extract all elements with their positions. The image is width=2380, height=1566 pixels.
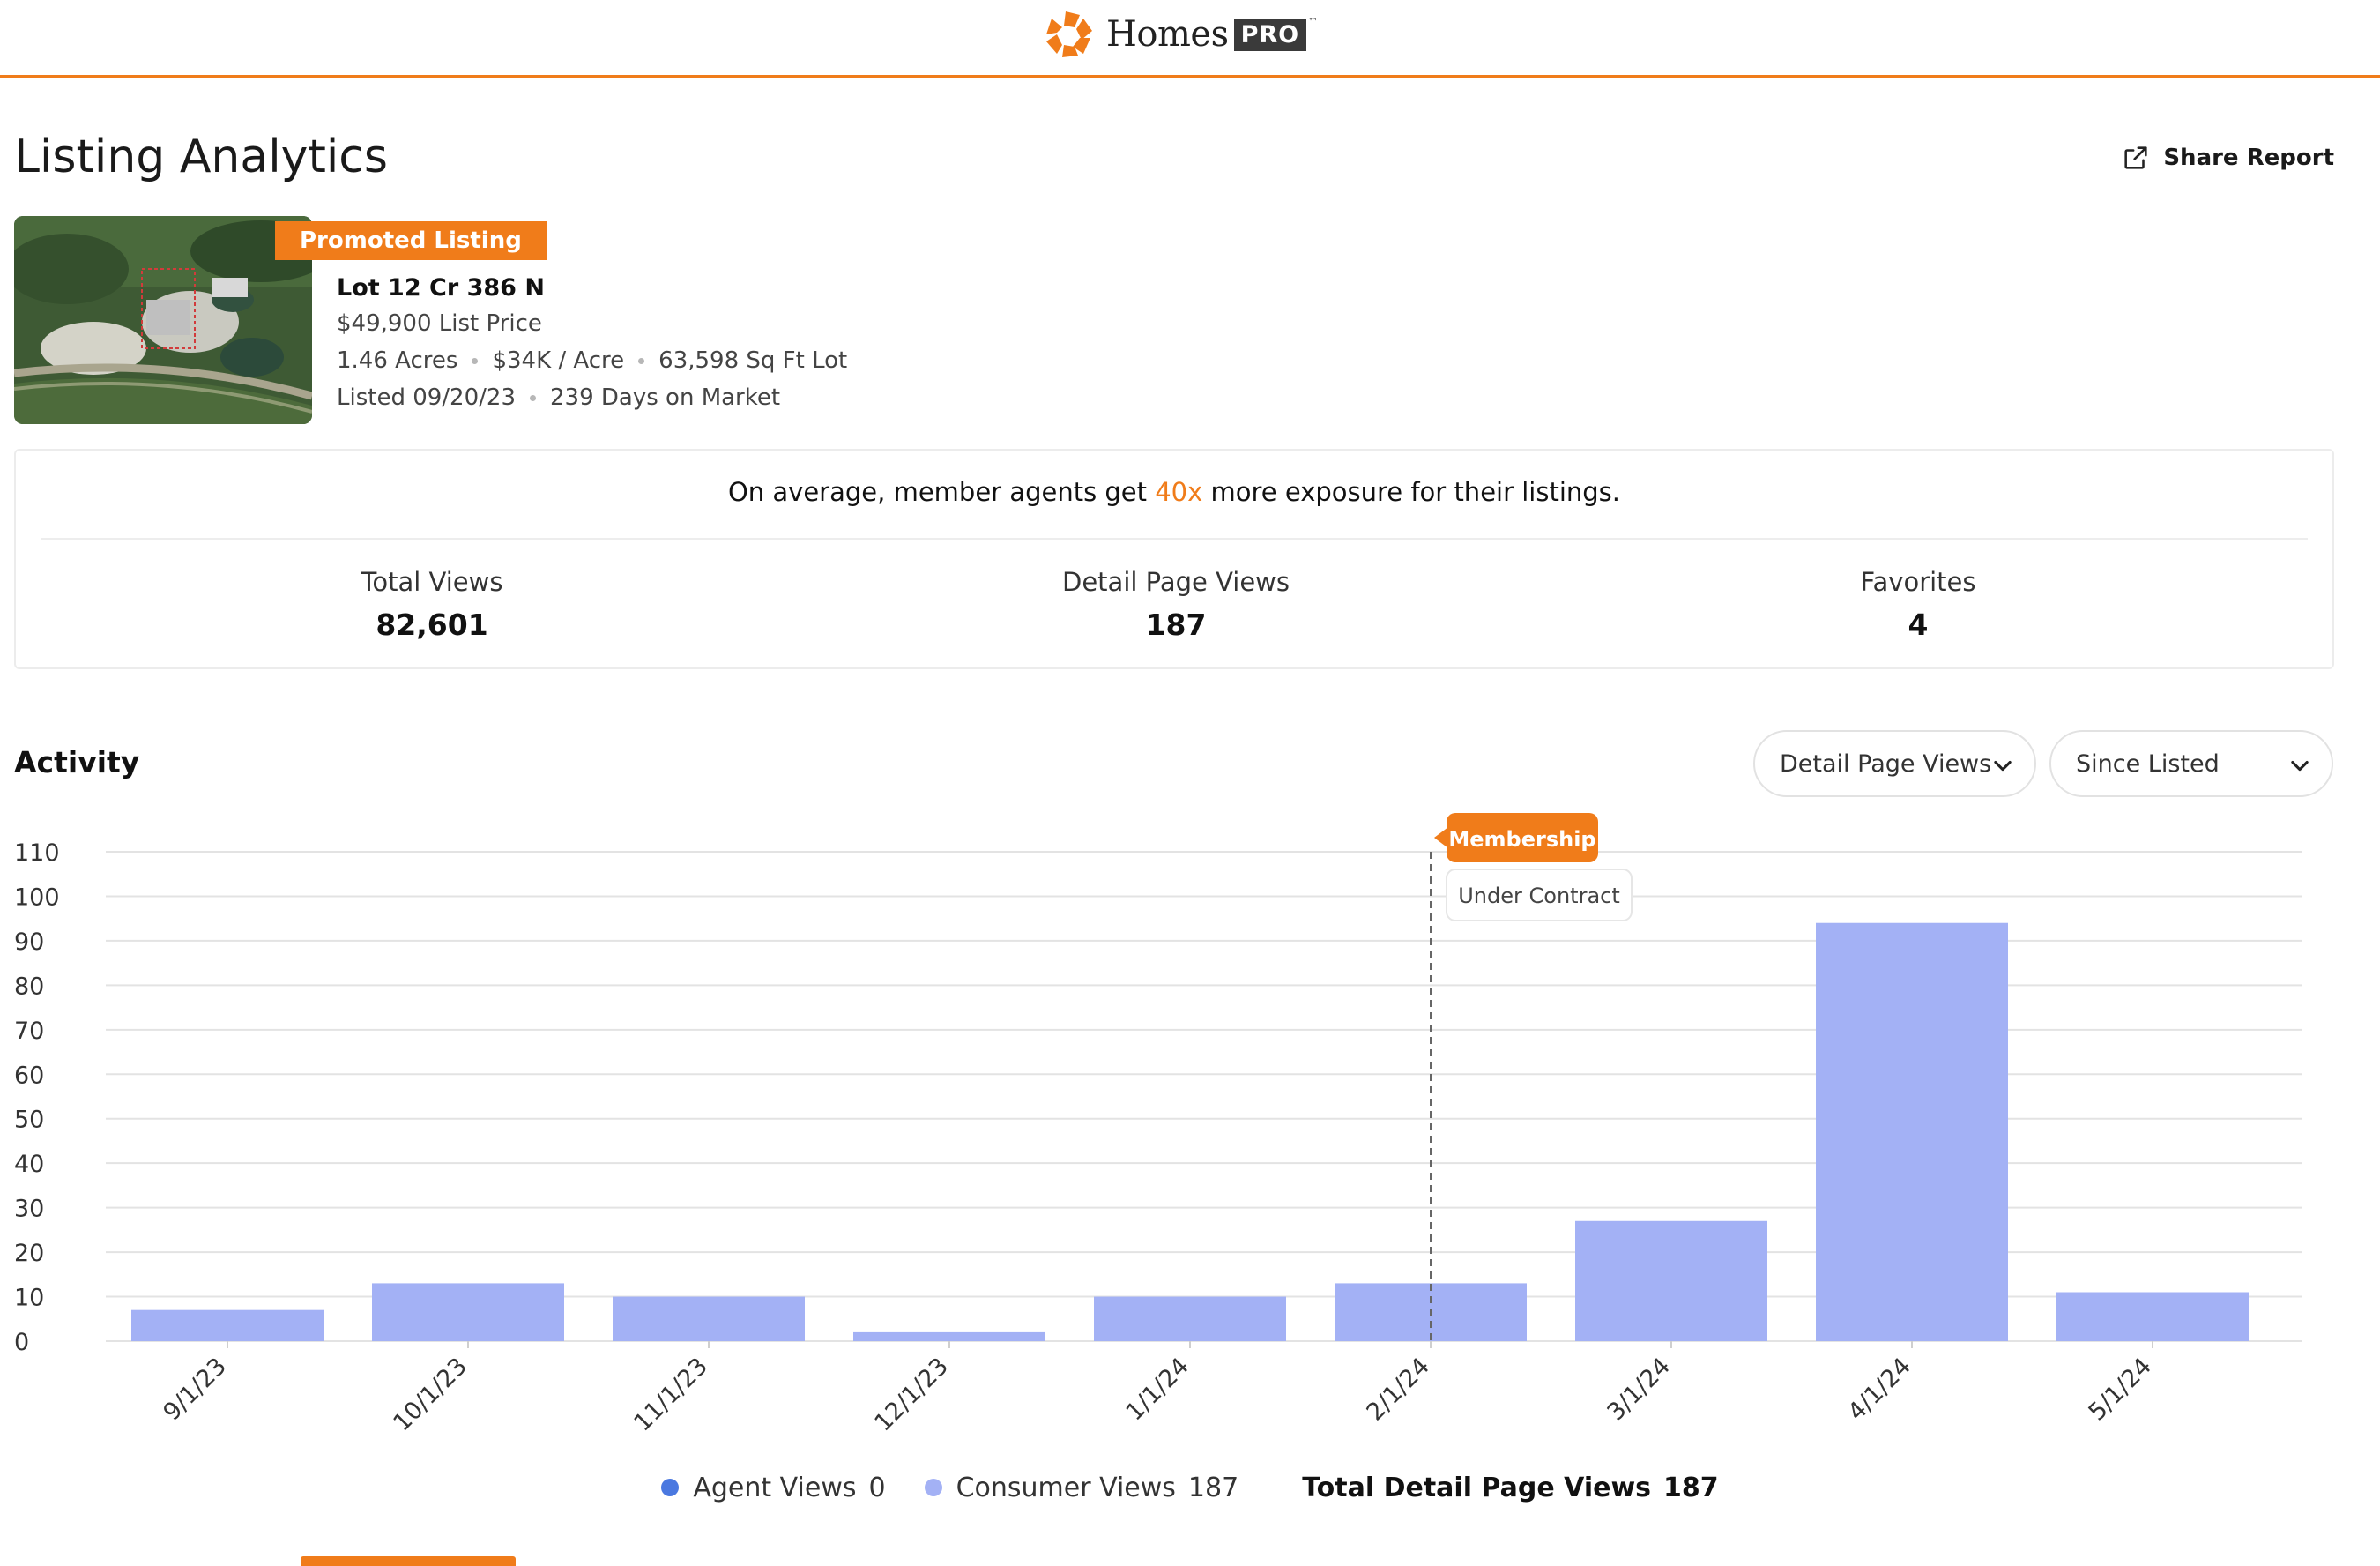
share-report-label: Share Report <box>2163 145 2334 171</box>
chart-legend: Agent Views 0 Consumer Views 187 Total D… <box>0 1465 2380 1510</box>
metric-select-value: Detail Page Views <box>1780 749 1992 778</box>
chevron-down-icon <box>2291 760 2309 772</box>
legend-consumer-views[interactable]: Consumer Views 187 <box>924 1472 1239 1503</box>
y-tick-label: 100 <box>14 884 60 911</box>
listing-days-on-market: 239 Days on Market <box>550 384 781 411</box>
exposure-message-start: On average, member agents get <box>727 477 1156 507</box>
membership-tag-label: Membership <box>1448 827 1595 852</box>
listing-price-per-acre: $34K / Acre <box>492 347 625 374</box>
listing-lot-size: 63,598 Sq Ft Lot <box>658 347 848 374</box>
stats-divider <box>41 538 2308 540</box>
x-tick-label: 1/1/24 <box>1121 1353 1194 1426</box>
y-tick-label: 0 <box>14 1329 29 1356</box>
legend-agent-label: Agent Views <box>693 1472 857 1503</box>
x-tick-label: 11/1/23 <box>628 1353 713 1437</box>
legend-consumer-label: Consumer Views <box>956 1472 1176 1503</box>
bar-consumer-views <box>1816 922 2008 1341</box>
range-select-value: Since Listed <box>2076 749 2220 778</box>
bar-consumer-views <box>1575 1220 1767 1341</box>
stat-total-views: Total Views 82,601 <box>212 567 652 642</box>
x-tick-label: 3/1/24 <box>1603 1353 1676 1426</box>
listing-dates: Listed 09/20/23 239 Days on Market <box>337 384 780 411</box>
listing-thumbnail[interactable] <box>14 216 312 424</box>
stat-value: 4 <box>1908 608 1929 642</box>
y-tick-label: 70 <box>14 1018 44 1045</box>
activity-title: Activity <box>14 745 140 779</box>
x-tick-label: 4/1/24 <box>1843 1353 1916 1426</box>
bar-consumer-views <box>853 1331 1045 1341</box>
y-tick-label: 60 <box>14 1062 44 1089</box>
listing-acres: 1.46 Acres <box>337 347 458 374</box>
separator-dot <box>472 357 479 364</box>
range-select[interactable]: Since Listed <box>2049 730 2333 797</box>
homes-logo-icon <box>1046 11 1092 57</box>
y-tick-label: 90 <box>14 928 44 956</box>
page-title: Listing Analytics <box>14 130 388 183</box>
share-icon <box>2124 146 2147 169</box>
chevron-down-icon <box>1994 760 2012 772</box>
agent-views-dot <box>661 1479 680 1496</box>
legend-consumer-value: 187 <box>1187 1472 1239 1503</box>
x-tick-label: 10/1/23 <box>388 1353 472 1437</box>
stat-label: Favorites <box>1860 567 1976 597</box>
stat-detail-page-views: Detail Page Views 187 <box>956 567 1396 642</box>
top-bar: Homes PRO ™ <box>0 0 2380 78</box>
stat-label: Detail Page Views <box>1062 567 1290 597</box>
y-tick-label: 20 <box>14 1240 44 1267</box>
legend-agent-value: 0 <box>868 1472 886 1503</box>
y-tick-label: 80 <box>14 973 44 1000</box>
listing-price: $49,900 List Price <box>337 310 542 337</box>
bar-consumer-views <box>372 1283 564 1341</box>
y-tick-label: 50 <box>14 1107 44 1134</box>
stat-value: 187 <box>1145 608 1207 642</box>
bar-consumer-views <box>131 1309 324 1341</box>
legend-total-label: Total Detail Page Views <box>1302 1472 1652 1503</box>
metric-select[interactable]: Detail Page Views <box>1753 730 2036 797</box>
share-report-button[interactable]: Share Report <box>2121 143 2334 173</box>
listing-address[interactable]: Lot 12 Cr 386 N <box>337 274 545 302</box>
separator-dot <box>530 394 536 401</box>
consumer-views-dot <box>924 1479 942 1496</box>
y-tick-label: 110 <box>14 839 60 867</box>
exposure-stats-card: On average, member agents get 40x more e… <box>14 449 2334 669</box>
membership-tag-pointer <box>1434 827 1448 848</box>
brand-name: Homes <box>1106 14 1229 55</box>
exposure-message-end: more exposure for their listings. <box>1202 477 1620 507</box>
x-tick-label: 2/1/24 <box>1362 1353 1435 1426</box>
legend-total-value: 187 <box>1663 1472 1719 1503</box>
separator-dot <box>638 357 645 364</box>
promoted-listing-badge: Promoted Listing <box>275 221 547 260</box>
x-tick-label: 12/1/23 <box>869 1353 954 1437</box>
y-tick-label: 10 <box>14 1285 44 1312</box>
x-tick-label: 5/1/24 <box>2084 1353 2157 1426</box>
aerial-photo-image <box>14 216 312 424</box>
brand-pro-tag: PRO <box>1233 18 1307 51</box>
stat-favorites: Favorites 4 <box>1698 567 2138 642</box>
bar-consumer-views <box>1094 1296 1286 1341</box>
brand-trademark: ™ <box>1308 16 1319 27</box>
bar-consumer-views <box>2056 1292 2249 1341</box>
legend-agent-views[interactable]: Agent Views 0 <box>661 1472 886 1503</box>
stat-value: 82,601 <box>376 608 488 642</box>
homes-pro-logo[interactable]: Homes PRO ™ <box>1043 7 1318 62</box>
y-tick-label: 40 <box>14 1151 44 1178</box>
listing-facts: 1.46 Acres $34K / Acre 63,598 Sq Ft Lot <box>337 347 847 374</box>
exposure-multiplier: 40x <box>1155 477 1203 507</box>
bar-consumer-views <box>613 1296 805 1341</box>
under-contract-label: Under Contract <box>1458 884 1620 908</box>
exposure-message: On average, member agents get 40x more e… <box>16 477 2332 507</box>
listing-listed-date: Listed 09/20/23 <box>337 384 516 411</box>
active-tab-indicator <box>301 1556 516 1566</box>
y-tick-label: 30 <box>14 1196 44 1223</box>
activity-bar-chart: 0 10 20 30 40 50 60 70 80 90 100 110 9/1/23 10/1/23 11… <box>14 813 2302 1437</box>
x-tick-label: 9/1/23 <box>159 1353 232 1426</box>
stat-label: Total Views <box>361 567 503 597</box>
legend-total-detail-views: Total Detail Page Views 187 <box>1302 1473 1718 1503</box>
